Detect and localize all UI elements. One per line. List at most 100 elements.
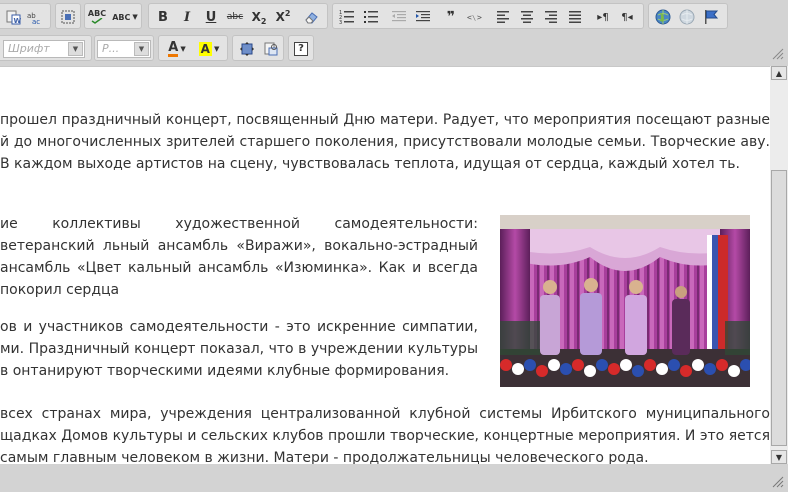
color-group: A ▼ A ▼ <box>158 35 228 61</box>
svg-text:W: W <box>14 17 22 25</box>
bulleted-list-icon <box>364 11 378 23</box>
bold-button[interactable]: B <box>153 8 173 26</box>
arrow-down-icon: ▼ <box>775 452 783 462</box>
create-div-button[interactable]: < \ > <box>465 8 485 26</box>
about-group: ? <box>288 35 314 61</box>
bg-color-button[interactable]: A ▼ <box>195 40 223 58</box>
maximize-button[interactable] <box>237 40 257 58</box>
anchor-button[interactable] <box>701 8 721 26</box>
strikethrough-button[interactable]: abc <box>225 8 245 26</box>
ltr-icon: ▸¶ <box>597 11 609 23</box>
eraser-icon <box>305 12 318 24</box>
toolbar-row-2: Шрифт ▼ Р... ▼ A ▼ A ▼ ? <box>0 32 770 63</box>
align-left-button[interactable] <box>493 8 513 26</box>
scroll-thumb[interactable] <box>771 170 787 446</box>
toolbar-row-1: W ab ac ABC ABC ▼ B I U abc X2 X2 1 2 3 … <box>0 0 770 31</box>
chevron-down-icon: ▼ <box>132 13 138 21</box>
unlink-icon <box>679 9 695 25</box>
scroll-down-button[interactable]: ▼ <box>771 450 787 464</box>
indent-icon <box>416 11 430 22</box>
link-button[interactable] <box>653 8 673 26</box>
outdent-icon <box>392 11 406 22</box>
rtl-icon: ¶◂ <box>621 11 633 23</box>
bulleted-list-button[interactable] <box>361 8 381 26</box>
help-icon: ? <box>294 42 308 56</box>
links-group <box>648 3 728 29</box>
tools-group <box>232 35 284 61</box>
spellcheck-group: ABC ABC ▼ <box>84 3 142 29</box>
chevron-down-icon: ▼ <box>213 45 220 53</box>
chevron-down-icon: ▼ <box>180 45 186 53</box>
superscript-button[interactable]: X2 <box>273 8 293 26</box>
font-name-group: Шрифт ▼ <box>0 35 92 61</box>
show-blocks-icon <box>264 42 278 56</box>
numbered-list-button[interactable]: 123 <box>337 8 357 26</box>
paste-word-icon: W <box>6 10 22 25</box>
editor-content[interactable]: прошел праздничный концерт, посвященный … <box>0 66 770 464</box>
article-paragraph-3: ов и участников самодеятельности - это и… <box>0 319 478 379</box>
bg-color-label: A <box>198 42 212 56</box>
indent-button[interactable] <box>413 8 433 26</box>
unlink-button[interactable] <box>677 8 697 26</box>
format-group: B I U abc X2 X2 <box>148 3 328 29</box>
spellcheck-label: ABC <box>87 9 107 18</box>
font-size-group: Р... ▼ <box>94 35 154 61</box>
blockquote-button[interactable]: ❞ <box>441 8 461 26</box>
justify-button[interactable] <box>565 8 585 26</box>
concert-photo-image <box>500 215 750 387</box>
clipboard-group: W ab ac <box>0 3 51 29</box>
numbered-list-icon: 123 <box>339 10 354 25</box>
text-direction-rtl-button[interactable]: ¶◂ <box>617 8 637 26</box>
arrow-up-icon: ▲ <box>775 68 783 78</box>
align-right-icon <box>545 11 557 23</box>
spellcheck-button[interactable]: ABC <box>87 8 107 26</box>
underline-button[interactable]: U <box>201 8 221 26</box>
flag-icon <box>705 10 719 24</box>
select-all-icon <box>61 10 75 24</box>
vertical-scrollbar[interactable]: ▲ ▼ <box>770 66 788 464</box>
select-all-button[interactable] <box>58 8 78 26</box>
align-right-button[interactable] <box>541 8 561 26</box>
italic-button[interactable]: I <box>177 8 197 26</box>
globe-link-icon <box>655 9 671 25</box>
about-button[interactable]: ? <box>291 40 311 58</box>
align-center-button[interactable] <box>517 8 537 26</box>
subscript-label: X <box>251 10 261 24</box>
resize-grip-icon[interactable] <box>772 476 784 488</box>
svg-text:>: > <box>477 13 482 22</box>
font-size-placeholder: Р... <box>102 42 120 55</box>
text-color-button[interactable]: A ▼ <box>163 40 191 58</box>
concert-photo[interactable] <box>500 215 750 387</box>
font-size-select[interactable]: Р... ▼ <box>97 40 151 58</box>
font-name-select[interactable]: Шрифт ▼ <box>3 40 85 58</box>
text-direction-ltr-button[interactable]: ▸¶ <box>593 8 613 26</box>
show-blocks-button[interactable] <box>261 40 281 58</box>
check-icon <box>91 18 103 24</box>
subscript-mark: 2 <box>260 16 267 26</box>
autospell-label: ABC <box>112 12 131 22</box>
article-paragraph-1: прошел праздничный концерт, посвященный … <box>0 112 770 172</box>
align-left-icon <box>497 11 509 23</box>
editor-status-bar <box>0 464 788 492</box>
text-color-label: A <box>168 39 179 57</box>
align-center-icon <box>521 11 533 23</box>
svg-text:3: 3 <box>339 20 342 25</box>
paragraph-group: 123 ❞ < \ > ▸¶ ¶◂ <box>332 3 644 29</box>
find-replace-icon: abac <box>27 12 40 25</box>
superscript-mark: 2 <box>284 8 291 18</box>
svg-text:ac: ac <box>32 18 40 25</box>
superscript-label: X <box>275 10 285 24</box>
collapse-toolbar-icon[interactable] <box>772 48 784 60</box>
svg-text:\: \ <box>472 14 476 22</box>
subscript-button[interactable]: X2 <box>249 8 269 26</box>
find-replace-button[interactable]: ab ac <box>25 8 45 26</box>
autospell-button[interactable]: ABC ▼ <box>111 8 139 26</box>
select-group <box>55 3 81 29</box>
chevron-down-icon[interactable]: ▼ <box>68 42 83 56</box>
article-paragraph-4: всех странах мира, учреждения централизо… <box>0 406 770 464</box>
scroll-up-button[interactable]: ▲ <box>771 66 787 80</box>
remove-format-button[interactable] <box>301 8 321 26</box>
paste-word-button[interactable]: W <box>3 8 23 26</box>
outdent-button[interactable] <box>389 8 409 26</box>
chevron-down-icon[interactable]: ▼ <box>134 42 149 56</box>
